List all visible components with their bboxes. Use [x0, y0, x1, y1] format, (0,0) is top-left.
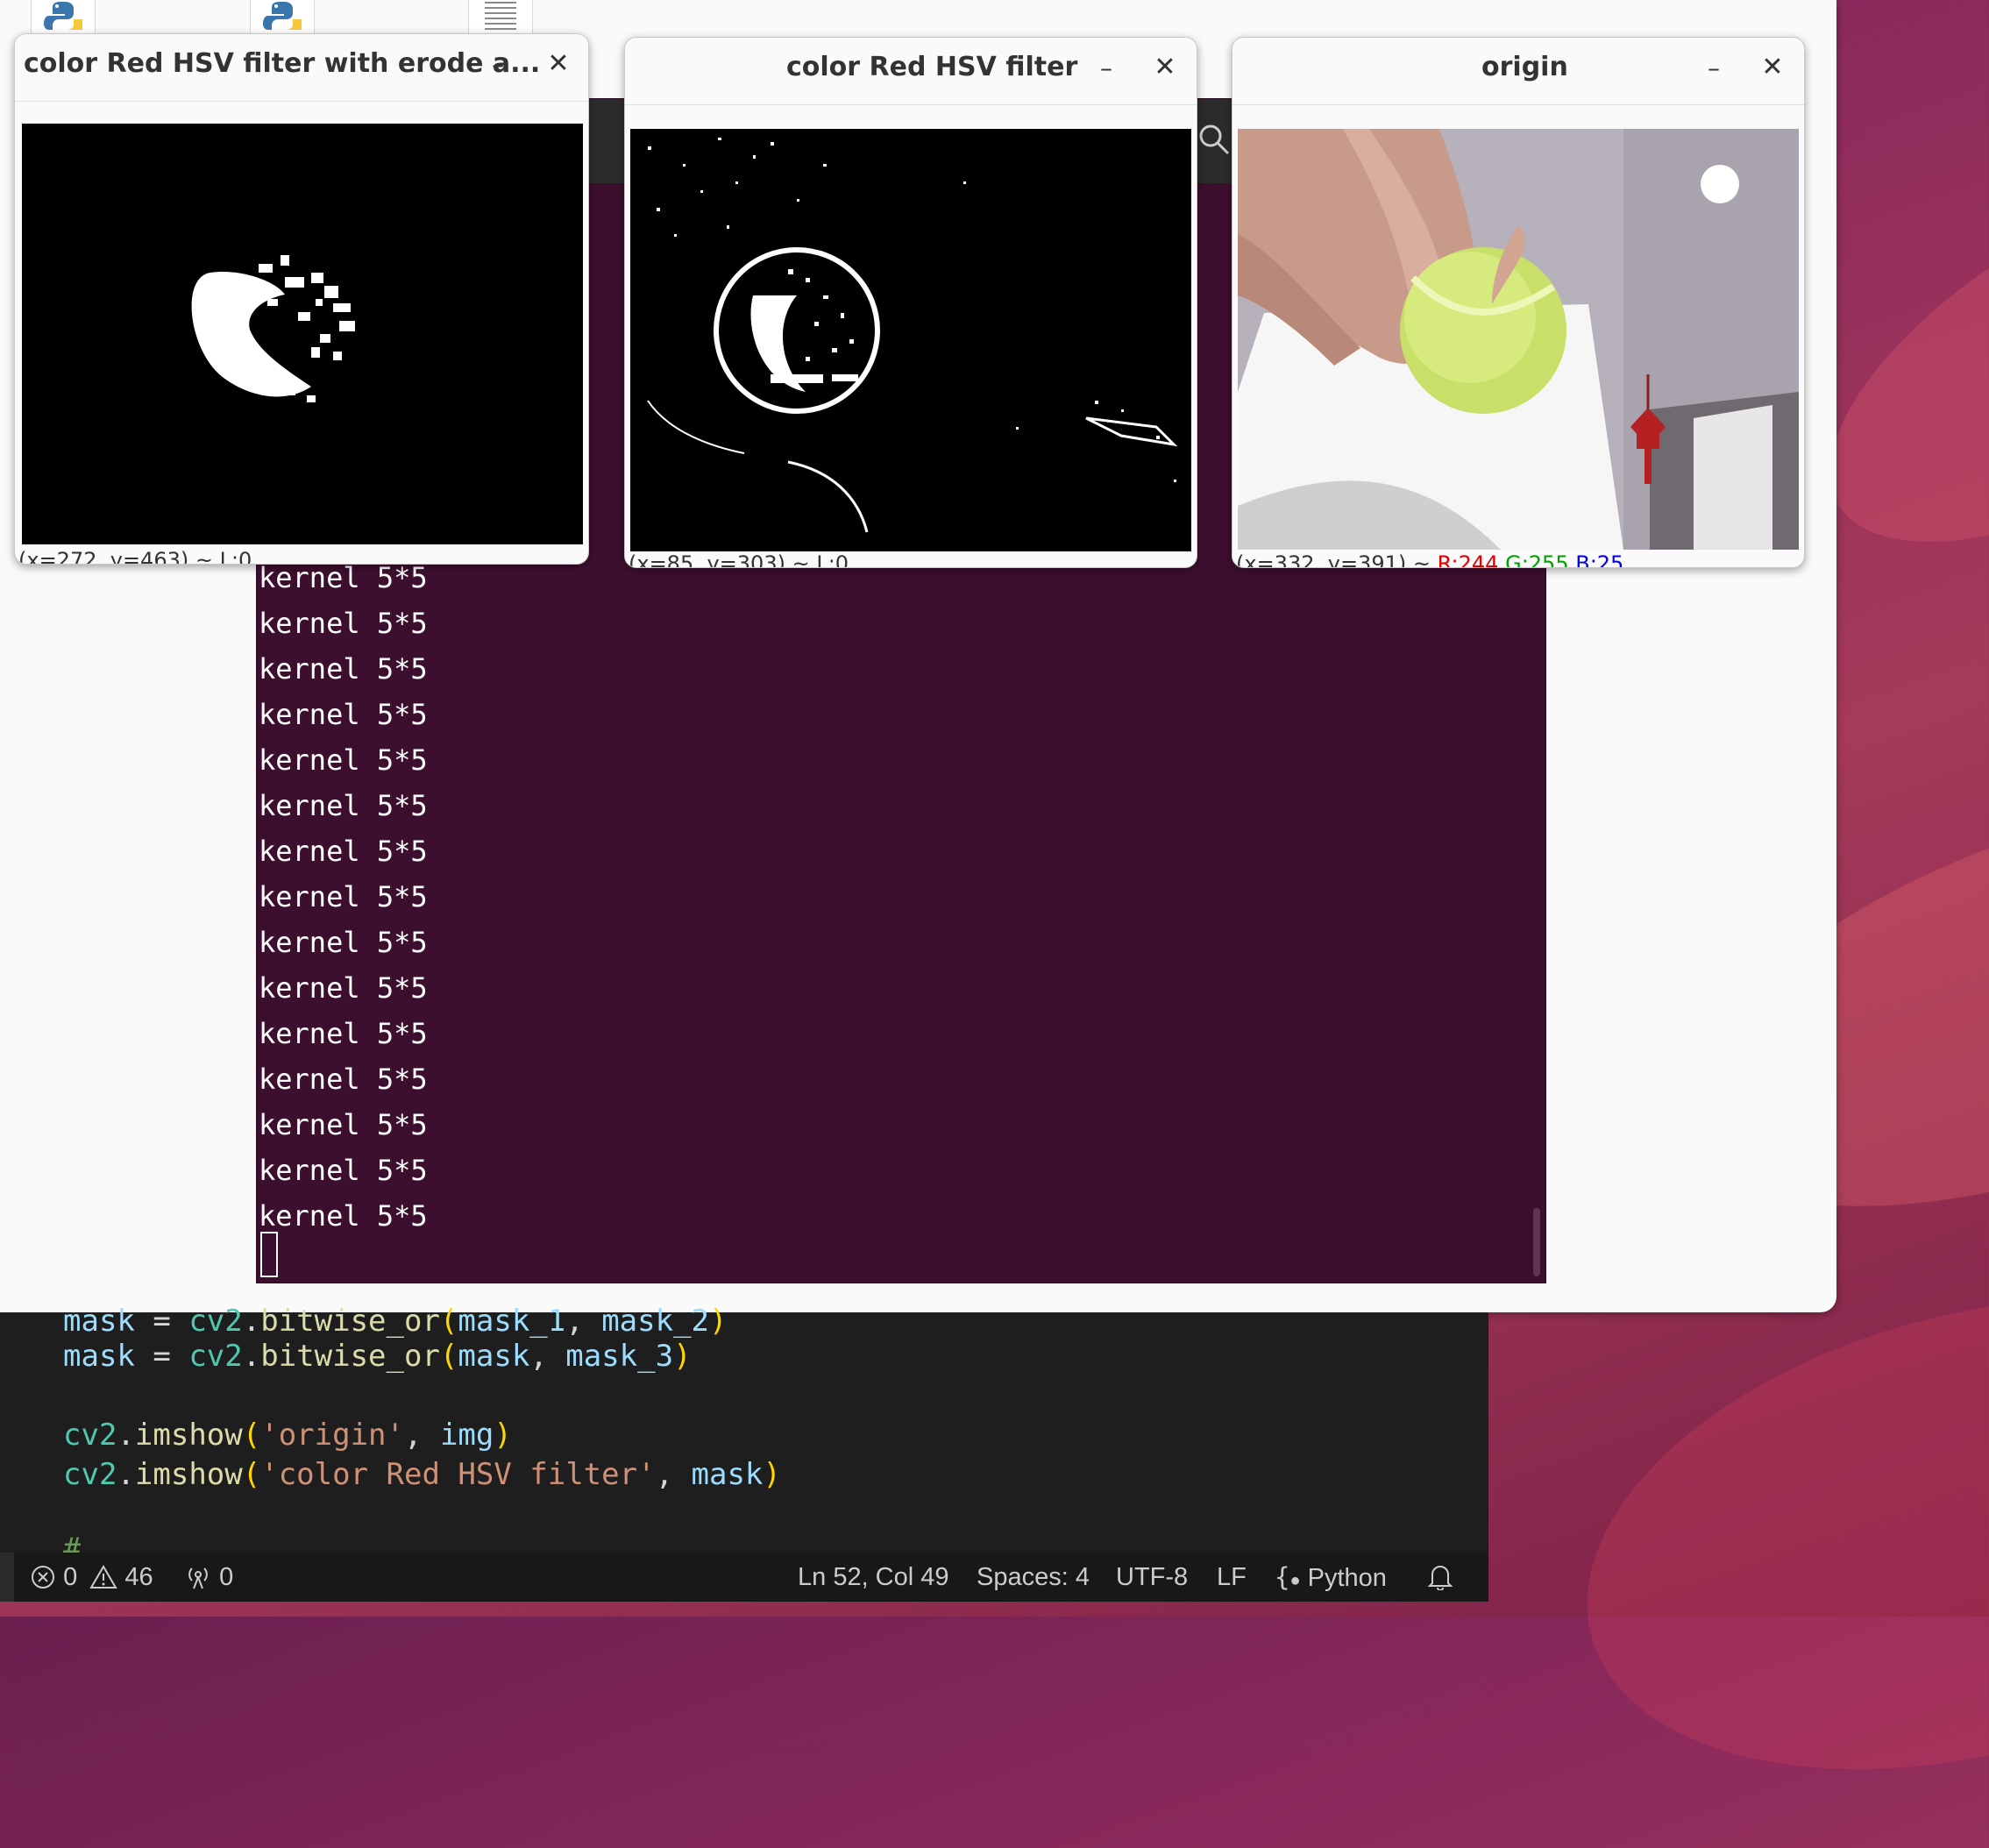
photo-scene — [1238, 129, 1799, 550]
terminal-line: kernel 5*5 — [259, 789, 428, 822]
error-icon — [32, 1566, 54, 1589]
text-file-tile[interactable] — [468, 0, 533, 36]
status-bar: 0 46 0 Ln 52, Col 49 Spaces: 4 UTF-8 LF … — [0, 1553, 1488, 1602]
cursor-readout: (x=272, y=463) ~ L:0 — [18, 548, 252, 565]
eol-setting[interactable]: LF — [1217, 1560, 1247, 1595]
warning-count: 46 — [124, 1563, 153, 1591]
cv-window-filter[interactable]: color Red HSV filter – ✕ (x=85, y=303) ~… — [624, 37, 1197, 568]
gear-dot-icon: ● — [1289, 1571, 1301, 1590]
code-line: mask = cv2.bitwise_or(mask, mask_3) — [63, 1339, 692, 1374]
python-icon — [44, 2, 82, 30]
window-titlebar[interactable]: color Red HSV filter with erode a... – ✕ — [15, 34, 588, 102]
code-line: mask = cv2.bitwise_or(mask_1, mask_2) — [63, 1304, 728, 1339]
terminal-line: kernel 5*5 — [259, 1017, 428, 1050]
terminal-line: kernel 5*5 — [259, 607, 428, 640]
window-title: color Red HSV filter with erode a... — [24, 48, 541, 79]
minimize-button[interactable]: – — [1093, 53, 1119, 89]
red-value: R:244 — [1437, 551, 1499, 568]
code-line: cv2.imshow('color Red HSV filter', mask) — [63, 1457, 781, 1492]
code-line: cv2.imshow('origin', img) — [63, 1418, 512, 1453]
minimize-button[interactable]: – — [1701, 53, 1727, 89]
terminal-output: kernel 5*5 kernel 5*5 kernel 5*5 kernel 5*5… — [259, 555, 428, 1239]
bell-icon — [1427, 1566, 1453, 1591]
window-titlebar[interactable]: origin – ✕ — [1232, 38, 1804, 105]
pixel-readout: (x=332, y=391) ~ R:244 G:255 B:25 — [1236, 551, 1624, 568]
noise-mask-shape — [647, 138, 1178, 533]
window-titlebar[interactable]: color Red HSV filter – ✕ — [625, 38, 1197, 105]
terminal-line: kernel 5*5 — [259, 1154, 428, 1187]
terminal-line: kernel 5*5 — [259, 1108, 428, 1141]
wallpaper-swoosh — [1534, 1220, 1989, 1848]
cursor-position[interactable]: Ln 52, Col 49 — [798, 1560, 949, 1595]
warning-icon — [89, 1565, 118, 1589]
terminal-line: kernel 5*5 — [259, 835, 428, 868]
blue-value: B:25 — [1575, 551, 1624, 568]
terminal-line: kernel 5*5 — [259, 926, 428, 959]
green-value: G:255 — [1505, 551, 1569, 568]
document-icon — [485, 2, 516, 30]
error-count: 0 — [63, 1563, 78, 1591]
problems-indicator[interactable]: 0 46 — [30, 1560, 153, 1595]
close-button[interactable]: ✕ — [1755, 50, 1790, 85]
ports-indicator[interactable]: 0 — [184, 1560, 233, 1595]
terminal-line: kernel 5*5 — [259, 971, 428, 1005]
cursor-readout: (x=332, y=391) ~ — [1236, 551, 1431, 568]
terminal-line: kernel 5*5 — [259, 698, 428, 731]
terminal-line: kernel 5*5 — [259, 1199, 428, 1233]
cursor-readout: (x=85, y=303) ~ L:0 — [629, 551, 849, 568]
terminal-line: kernel 5*5 — [259, 880, 428, 913]
language-mode[interactable]: {● Python — [1275, 1560, 1387, 1595]
terminal-line: kernel 5*5 — [259, 652, 428, 686]
code-editor[interactable]: mask = cv2.bitwise_or(mask_1, mask_2) ma… — [0, 1304, 1488, 1553]
broadcast-icon — [188, 1567, 208, 1589]
close-button[interactable]: ✕ — [1147, 50, 1183, 85]
code-line: # — [63, 1532, 82, 1553]
cv-window-erode[interactable]: color Red HSV filter with erode a... – ✕… — [14, 33, 589, 565]
remote-indicator[interactable] — [0, 1553, 14, 1602]
terminal-scrollbar[interactable] — [1533, 1208, 1540, 1276]
python-file-tile[interactable] — [31, 0, 96, 36]
braces-icon: { — [1275, 1562, 1290, 1592]
notifications-button[interactable] — [1427, 1560, 1453, 1595]
blob-shape — [191, 255, 355, 402]
terminal-cursor — [260, 1232, 278, 1277]
terminal-line: kernel 5*5 — [259, 1063, 428, 1096]
mask-image[interactable] — [630, 129, 1191, 551]
camera-image[interactable] — [1238, 129, 1799, 550]
python-file-tile[interactable] — [250, 0, 315, 36]
search-icon[interactable] — [1197, 122, 1232, 157]
window-title: color Red HSV filter — [786, 52, 1078, 82]
language-label: Python — [1307, 1564, 1387, 1592]
cv-window-origin[interactable]: origin – ✕ (x=332, y=391) ~ R:244 G:255 … — [1232, 37, 1805, 568]
terminal-line: kernel 5*5 — [259, 743, 428, 777]
window-title: origin — [1481, 52, 1568, 82]
encoding-setting[interactable]: UTF-8 — [1116, 1560, 1188, 1595]
indentation-setting[interactable]: Spaces: 4 — [977, 1560, 1090, 1595]
minimize-button[interactable]: – — [485, 50, 511, 85]
mask-image-eroded[interactable] — [22, 124, 583, 544]
close-button[interactable]: ✕ — [541, 46, 576, 82]
ports-count: 0 — [219, 1563, 234, 1591]
python-icon — [263, 2, 302, 30]
